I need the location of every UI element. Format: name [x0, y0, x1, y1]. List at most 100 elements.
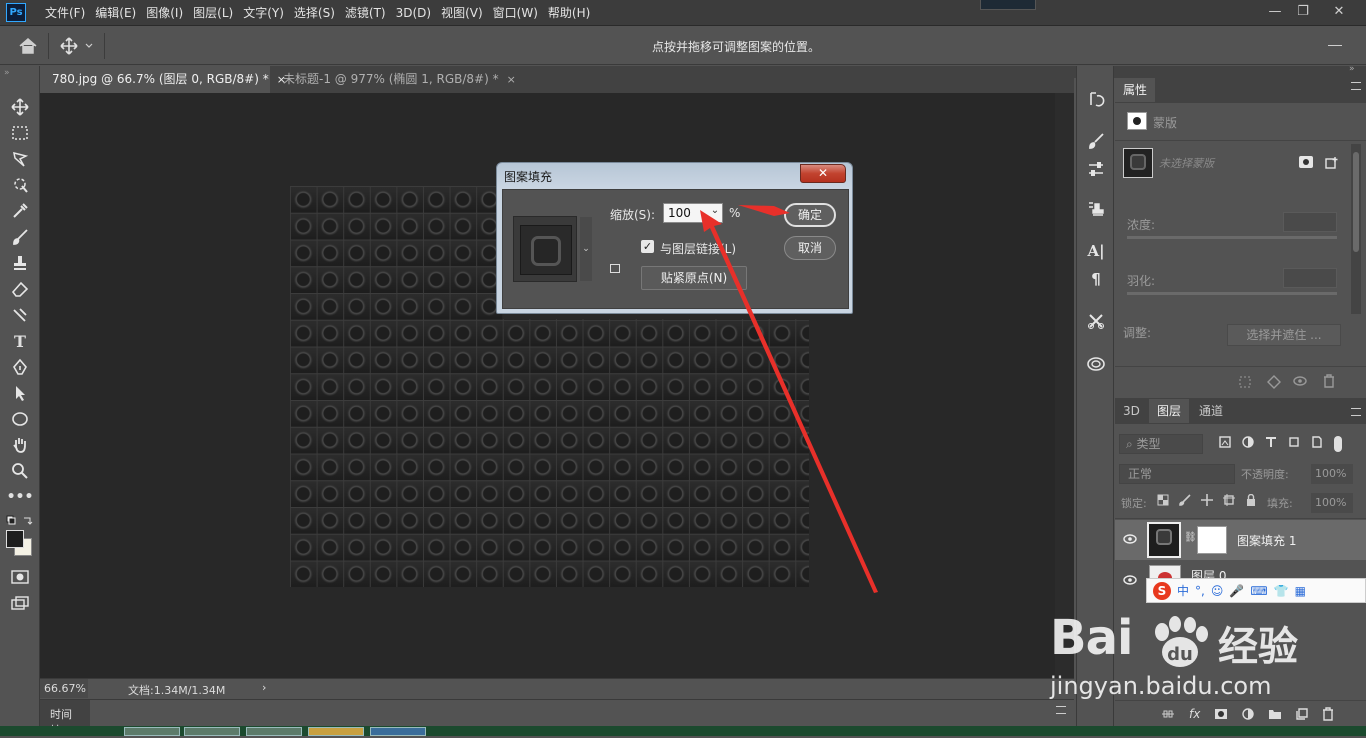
add-mask-icon[interactable]: [1214, 708, 1228, 720]
menu-image[interactable]: 图像(I): [141, 0, 188, 26]
density-slider[interactable]: [1127, 236, 1337, 239]
paragraph-icon[interactable]: ¶: [1085, 268, 1107, 290]
apply-mask-icon[interactable]: [1267, 375, 1281, 389]
menu-layer[interactable]: 图层(L): [188, 0, 238, 26]
link-with-layer-checkbox[interactable]: ✓: [641, 240, 654, 253]
menu-select[interactable]: 选择(S): [289, 0, 340, 26]
load-selection-icon[interactable]: [1239, 376, 1251, 388]
cancel-button[interactable]: 取消: [784, 236, 836, 260]
visibility-icon[interactable]: [1123, 534, 1137, 544]
skin-icon[interactable]: 👕: [1274, 584, 1289, 598]
path-select-icon[interactable]: [8, 382, 32, 404]
dialog-close-button[interactable]: ✕: [800, 164, 846, 183]
feather-field[interactable]: [1283, 268, 1337, 288]
gradient-icon[interactable]: [8, 304, 32, 326]
character-icon[interactable]: A|: [1085, 240, 1107, 262]
link-layers-icon[interactable]: [1161, 708, 1175, 720]
tab-document-untitled[interactable]: 未标题-1 @ 977% (椭圆 1, RGB/8#) * ×: [271, 66, 516, 93]
clone-source-icon[interactable]: [1085, 198, 1107, 220]
new-preset-icon[interactable]: [610, 264, 620, 273]
marquee-icon[interactable]: [8, 122, 32, 144]
move-tool-icon[interactable]: [60, 37, 96, 55]
collapse-panels-icon[interactable]: »: [1349, 64, 1355, 74]
keyboard-icon[interactable]: ⌨: [1250, 584, 1267, 598]
menu-type[interactable]: 文字(Y): [238, 0, 289, 26]
restore-button[interactable]: ❐: [1290, 3, 1316, 21]
history-icon[interactable]: [1085, 88, 1107, 110]
screen-mode-icon[interactable]: [8, 592, 32, 614]
stamp-icon[interactable]: [8, 252, 32, 274]
layer-kind-filter[interactable]: ⌕ 类型: [1119, 434, 1203, 454]
smart-object-filter-icon[interactable]: [1311, 436, 1323, 448]
toolbox-icon[interactable]: ▦: [1295, 584, 1306, 598]
select-and-mask-button[interactable]: 选择并遮住 ...: [1227, 324, 1341, 346]
menu-file[interactable]: 文件(F): [40, 0, 90, 26]
scale-dropdown-icon[interactable]: ⌄: [708, 205, 722, 221]
text-tool-icon[interactable]: T: [8, 330, 32, 352]
taskbar-item[interactable]: [246, 727, 302, 736]
panel-menu-icon[interactable]: [1351, 408, 1361, 416]
new-adjustment-icon[interactable]: [1242, 708, 1255, 720]
status-menu-arrow[interactable]: ›: [262, 681, 266, 694]
blend-mode-select[interactable]: 正常: [1119, 464, 1235, 484]
brush-settings-icon[interactable]: [1085, 130, 1107, 152]
close-tab-icon[interactable]: ×: [507, 73, 516, 86]
toolbar-grip-icon[interactable]: »: [4, 68, 10, 78]
pen-icon[interactable]: [8, 356, 32, 378]
swap-colors-icon[interactable]: [6, 514, 34, 528]
layer-row[interactable]: ⛓ 图案填充 1: [1115, 520, 1366, 560]
taskbar-item[interactable]: [184, 727, 240, 736]
fx-icon[interactable]: fx: [1189, 707, 1200, 721]
tab-layers[interactable]: 图层: [1149, 399, 1190, 423]
sogou-icon[interactable]: S: [1153, 581, 1171, 600]
pattern-picker[interactable]: ⌄: [513, 216, 592, 282]
menu-view[interactable]: 视图(V): [436, 0, 488, 26]
mic-icon[interactable]: 🎤: [1229, 584, 1244, 598]
eraser-icon[interactable]: [8, 278, 32, 300]
tab-document-780[interactable]: 780.jpg @ 66.7% (图层 0, RGB/8#) * ×: [40, 66, 286, 93]
add-vector-mask-icon[interactable]: [1325, 156, 1339, 170]
more-icon[interactable]: •••: [7, 486, 34, 508]
snap-to-origin-button[interactable]: 贴紧原点(N): [641, 266, 747, 290]
ellipse-icon[interactable]: [8, 408, 32, 430]
taskbar-item[interactable]: [308, 727, 364, 736]
lock-position-icon[interactable]: [1201, 494, 1213, 506]
pattern-dropdown-icon[interactable]: ⌄: [580, 217, 592, 281]
panel-menu-icon[interactable]: [1351, 82, 1361, 90]
lasso-icon[interactable]: [8, 148, 32, 170]
filter-toggle[interactable]: [1334, 436, 1342, 452]
menu-3d[interactable]: 3D(D): [391, 0, 436, 26]
tab-3d[interactable]: 3D: [1115, 399, 1148, 423]
pixel-filter-icon[interactable]: [1219, 436, 1231, 448]
ok-button[interactable]: 确定: [784, 203, 836, 227]
home-icon[interactable]: [18, 37, 38, 55]
menu-edit[interactable]: 编辑(E): [90, 0, 141, 26]
quick-mask-icon[interactable]: [8, 566, 32, 588]
opacity-field[interactable]: 100%: [1311, 464, 1353, 484]
menu-help[interactable]: 帮助(H): [543, 0, 595, 26]
tab-timeline[interactable]: 时间轴: [40, 700, 90, 737]
lock-all-icon[interactable]: [1245, 494, 1257, 506]
close-window-button[interactable]: ✕: [1326, 3, 1352, 21]
new-layer-icon[interactable]: [1296, 708, 1309, 720]
panel-menu-icon[interactable]: [1056, 706, 1066, 714]
move-tool-icon[interactable]: [8, 96, 32, 118]
lock-artboard-icon[interactable]: [1223, 494, 1235, 506]
fill-field[interactable]: 100%: [1311, 493, 1353, 513]
minimize-button[interactable]: —: [1262, 3, 1288, 21]
visibility-icon[interactable]: [1123, 575, 1137, 585]
zoom-field[interactable]: 66.67%: [40, 679, 88, 698]
zoom-icon[interactable]: [8, 460, 32, 482]
hand-icon[interactable]: [8, 434, 32, 456]
tool-presets-icon[interactable]: [1085, 310, 1107, 332]
layer-mask-thumbnail[interactable]: [1197, 526, 1227, 554]
visibility-icon[interactable]: [1293, 376, 1307, 386]
menu-window[interactable]: 窗口(W): [488, 0, 543, 26]
link-icon[interactable]: ⛓: [1184, 532, 1197, 543]
type-filter-icon[interactable]: [1265, 436, 1277, 448]
taskbar-item[interactable]: [124, 727, 180, 736]
tab-properties[interactable]: 属性: [1115, 78, 1156, 102]
color-swatches[interactable]: [6, 530, 34, 558]
delete-layer-icon[interactable]: [1322, 707, 1334, 721]
brush-icon[interactable]: [8, 226, 32, 248]
